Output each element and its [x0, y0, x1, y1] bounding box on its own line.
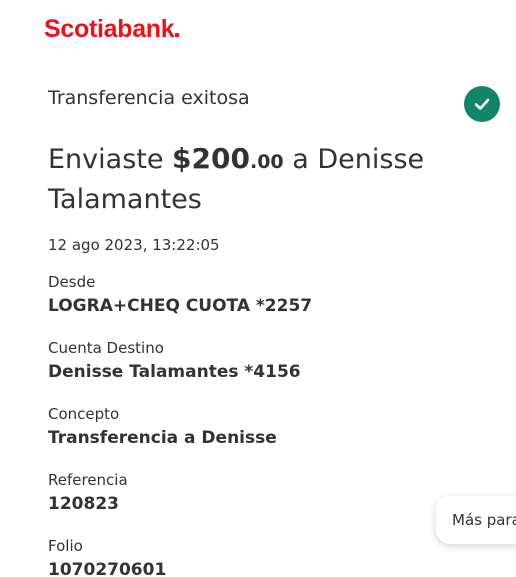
- status-text: Transferencia exitosa: [48, 87, 250, 109]
- field-value: LOGRA+CHEQ CUOTA *2257: [48, 296, 313, 316]
- field-label: Cuenta Destino: [48, 339, 164, 357]
- checkmark-icon: [474, 98, 490, 110]
- headline-prefix: Enviaste: [48, 144, 173, 175]
- field-value: 120823: [48, 494, 119, 514]
- field-label: Referencia: [48, 471, 128, 489]
- field-value: Transferencia a Denisse: [48, 428, 277, 448]
- transfer-datetime: 12 ago 2023, 13:22:05: [48, 236, 220, 254]
- transfer-receipt-screen: Scotiabank Transferencia exitosa Enviast…: [0, 0, 516, 577]
- field-label: Folio: [48, 537, 83, 555]
- logo-text: Scotiabank: [44, 15, 175, 43]
- field-cuenta-destino: Cuenta Destino Denisse Talamantes *4156: [48, 338, 301, 383]
- field-folio: Folio 1070270601: [48, 536, 166, 577]
- field-referencia: Referencia 120823: [48, 470, 128, 515]
- field-concepto: Concepto Transferencia a Denisse: [48, 404, 277, 449]
- status-row: Transferencia exitosa: [48, 86, 500, 122]
- more-options-button[interactable]: Más para: [436, 496, 516, 544]
- transfer-headline: Enviaste $200.00 a Denisse Talamantes: [48, 140, 468, 218]
- field-value: 1070270601: [48, 560, 167, 577]
- scotiabank-logo: Scotiabank: [44, 14, 180, 44]
- field-label: Desde: [48, 273, 96, 291]
- amount-main: $200: [172, 142, 250, 175]
- logo-dot-icon: [175, 33, 180, 37]
- amount-cents: .00: [249, 151, 284, 173]
- field-value: Denisse Talamantes *4156: [48, 362, 301, 382]
- check-circle-icon: [464, 86, 500, 122]
- field-desde: Desde LOGRA+CHEQ CUOTA *2257: [48, 272, 312, 317]
- field-label: Concepto: [48, 405, 120, 423]
